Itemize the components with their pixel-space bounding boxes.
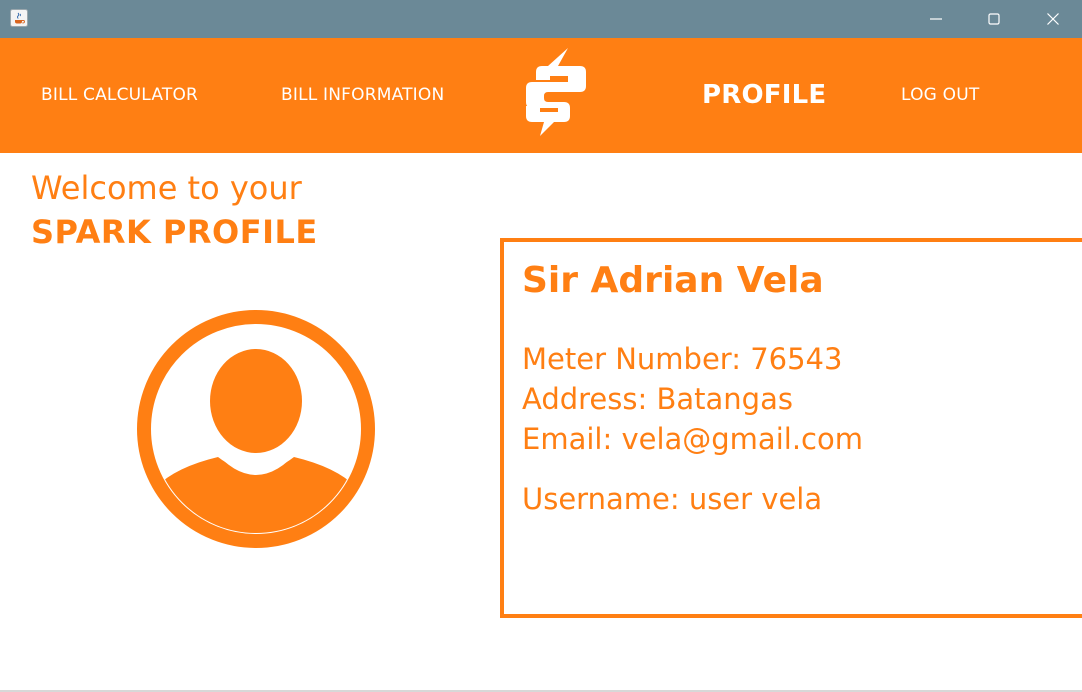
- spark-bolt-icon: [518, 46, 592, 138]
- close-button[interactable]: [1024, 0, 1082, 38]
- minimize-button[interactable]: [907, 0, 965, 38]
- user-avatar-icon: [136, 309, 376, 549]
- maximize-button[interactable]: [965, 0, 1023, 38]
- meter-number-text: Meter Number: 76543: [522, 342, 843, 376]
- username-text: Username: user vela: [522, 482, 823, 516]
- nav-bar: BILL CALCULATOR BILL INFORMATION PROFILE…: [0, 38, 1082, 153]
- close-icon: [1047, 13, 1059, 25]
- java-cup-icon: [10, 9, 28, 27]
- profile-name: Sir Adrian Vela: [522, 260, 824, 301]
- address-text: Address: Batangas: [522, 382, 793, 416]
- title-bar: [0, 0, 1082, 38]
- nav-profile[interactable]: PROFILE: [702, 38, 826, 153]
- spark-profile-heading: SPARK PROFILE: [31, 213, 318, 251]
- email-text: Email: vela@gmail.com: [522, 422, 863, 456]
- welcome-heading: Welcome to your: [31, 169, 302, 207]
- minimize-icon: [930, 18, 942, 20]
- nav-logout[interactable]: LOG OUT: [901, 38, 979, 153]
- profile-card: Sir Adrian Vela Meter Number: 76543 Addr…: [500, 238, 1082, 618]
- nav-bill-information[interactable]: BILL INFORMATION: [281, 38, 444, 153]
- nav-bill-calculator[interactable]: BILL CALCULATOR: [41, 38, 198, 153]
- maximize-icon: [988, 13, 1000, 25]
- app-window: BILL CALCULATOR BILL INFORMATION PROFILE…: [0, 0, 1082, 692]
